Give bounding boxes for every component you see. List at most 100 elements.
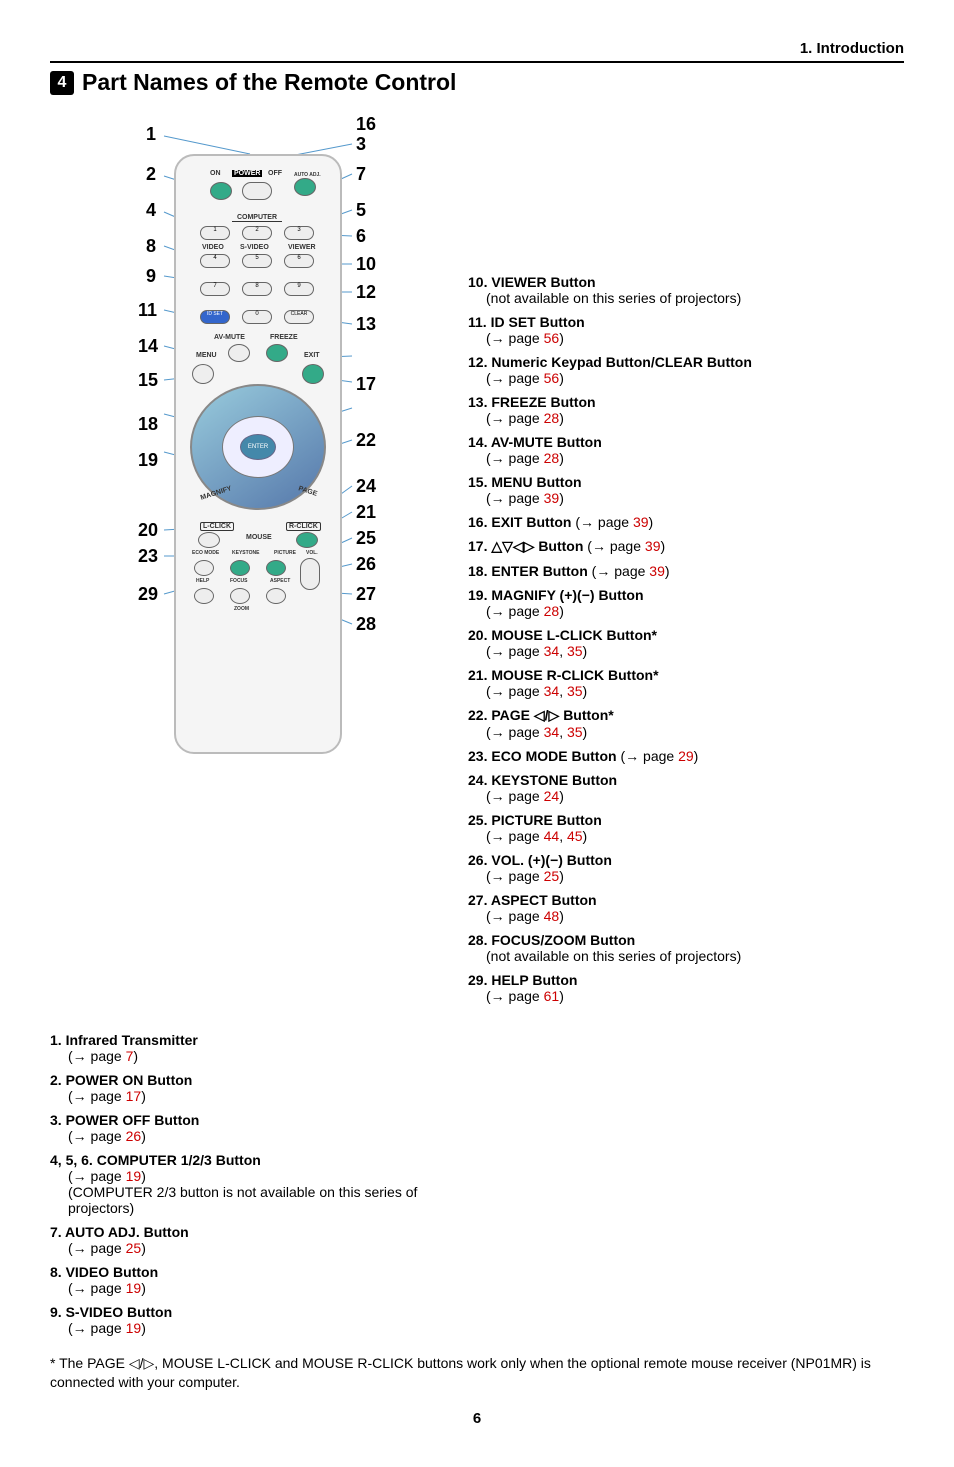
label-power: POWER <box>232 170 262 177</box>
enter-button: ENTER <box>240 434 276 460</box>
label-focus: FOCUS <box>230 578 248 584</box>
list-item: 1. Infrared Transmitter(→ page 7) <box>50 1032 469 1064</box>
list-item: 24. KEYSTONE Button(→ page 24) <box>468 772 904 804</box>
item-sub: (→ page 17) <box>68 1088 469 1104</box>
page-ref-link[interactable]: 19 <box>126 1280 142 1296</box>
page-ref-link[interactable]: 48 <box>544 908 560 924</box>
list-item: 18. ENTER Button (→ page 39) <box>468 563 904 579</box>
page-ref-link[interactable]: 56 <box>544 330 560 346</box>
page-ref-link[interactable]: 44 <box>544 828 560 844</box>
item-sub: (→ page 7) <box>68 1048 469 1064</box>
label-computer: COMPUTER <box>232 214 282 222</box>
page-ref-link[interactable]: 28 <box>544 603 560 619</box>
list-item: 11. ID SET Button(→ page 56) <box>468 314 904 346</box>
list-item: 27. ASPECT Button(→ page 48) <box>468 892 904 924</box>
item-sub: (→ page 34, 35) <box>486 643 904 659</box>
item-head: 10. VIEWER Button <box>468 274 904 290</box>
list-item: 19. MAGNIFY (+)(−) Button(→ page 28) <box>468 587 904 619</box>
item-head: 23. ECO MODE Button (→ page 29) <box>468 748 904 764</box>
page-ref-link[interactable]: 45 <box>567 828 583 844</box>
page-ref-link[interactable]: 19 <box>126 1168 142 1184</box>
item-head: 26. VOL. (+)(−) Button <box>468 852 904 868</box>
callout-2: 2 <box>146 164 156 185</box>
page-ref-link[interactable]: 17 <box>126 1088 142 1104</box>
right-column-bottom-spacer <box>485 1032 904 1344</box>
page-ref-link[interactable]: 28 <box>544 410 560 426</box>
list-item: 2. POWER ON Button(→ page 17) <box>50 1072 469 1104</box>
item-head: 3. POWER OFF Button <box>50 1112 469 1128</box>
page-ref-link[interactable]: 35 <box>567 683 583 699</box>
callout-7: 7 <box>356 164 366 185</box>
num-8: 8 <box>242 282 272 296</box>
item-head: 18. ENTER Button (→ page 39) <box>468 563 904 579</box>
page-ref-link[interactable]: 7 <box>126 1048 134 1064</box>
page-ref-link[interactable]: 24 <box>544 788 560 804</box>
clear-button: CLEAR <box>284 310 314 324</box>
item-head: 13. FREEZE Button <box>468 394 904 410</box>
item-head: 20. MOUSE L-CLICK Button* <box>468 627 904 643</box>
help-button <box>194 588 214 604</box>
page-ref-link[interactable]: 35 <box>567 643 583 659</box>
page-ref-link[interactable]: 56 <box>544 370 560 386</box>
item-head: 28. FOCUS/ZOOM Button <box>468 932 904 948</box>
page-ref-link[interactable]: 34 <box>544 724 560 740</box>
callout-27: 27 <box>356 584 376 605</box>
callout-14: 14 <box>138 336 158 357</box>
header-rule <box>50 61 904 63</box>
callout-1: 1 <box>146 124 156 145</box>
callout-26: 26 <box>356 554 376 575</box>
page-ref-link[interactable]: 29 <box>678 748 694 764</box>
page-ref-link[interactable]: 34 <box>544 683 560 699</box>
callout-28: 28 <box>356 614 376 635</box>
list-item: 21. MOUSE R-CLICK Button*(→ page 34, 35) <box>468 667 904 699</box>
page-ref-link[interactable]: 39 <box>544 490 560 506</box>
item-sub: (→ page 56) <box>486 370 904 386</box>
list-item: 22. PAGE ◁/▷ Button*(→ page 34, 35) <box>468 707 904 740</box>
freeze-button <box>266 344 288 362</box>
item-sub: (→ page 56) <box>486 330 904 346</box>
label-exit: EXIT <box>304 352 320 359</box>
callout-15: 15 <box>138 370 158 391</box>
label-off: OFF <box>268 170 282 177</box>
list-item: 20. MOUSE L-CLICK Button*(→ page 34, 35) <box>468 627 904 659</box>
lclick-button <box>198 532 220 548</box>
eco-button <box>194 560 214 576</box>
item-head: 14. AV-MUTE Button <box>468 434 904 450</box>
label-mouse: MOUSE <box>246 534 272 541</box>
page-ref-link[interactable]: 35 <box>567 724 583 740</box>
page-ref-link[interactable]: 39 <box>645 538 661 554</box>
page-ref-link[interactable]: 39 <box>633 514 649 530</box>
page-ref-link[interactable]: 34 <box>544 643 560 659</box>
list-item: 23. ECO MODE Button (→ page 29) <box>468 748 904 764</box>
page-ref-link[interactable]: 26 <box>126 1128 142 1144</box>
item-sub: (→ page 28) <box>486 450 904 466</box>
list-item: 16. EXIT Button (→ page 39) <box>468 514 904 530</box>
svideo-button: 5 <box>242 254 272 268</box>
page-ref-link[interactable]: 61 <box>544 988 560 1004</box>
page-ref-link[interactable]: 28 <box>544 450 560 466</box>
callout-20: 20 <box>138 520 158 541</box>
num-9: 9 <box>284 282 314 296</box>
item-head: 19. MAGNIFY (+)(−) Button <box>468 587 904 603</box>
label-help: HELP <box>196 578 209 584</box>
list-item: 13. FREEZE Button(→ page 28) <box>468 394 904 426</box>
item-sub: (→ page 19) <box>68 1168 469 1184</box>
section-title-text: Part Names of the Remote Control <box>82 69 456 96</box>
page-ref-link[interactable]: 39 <box>649 563 665 579</box>
item-head: 29. HELP Button <box>468 972 904 988</box>
label-eco: ECO MODE <box>192 550 219 556</box>
remote-diagram: ON POWER OFF AUTO ADJ. COMPUTER 1 2 3 VI… <box>50 114 468 1012</box>
list-item: 17. △▽◁▷ Button (→ page 39) <box>468 538 904 555</box>
item-head: 16. EXIT Button (→ page 39) <box>468 514 904 530</box>
viewer-button: 6 <box>284 254 314 268</box>
page-ref-link[interactable]: 25 <box>126 1240 142 1256</box>
callout-22: 22 <box>356 430 376 451</box>
label-lclick: L-CLICK <box>200 522 234 531</box>
page-ref-link[interactable]: 19 <box>126 1320 142 1336</box>
label-picture: PICTURE <box>274 550 296 556</box>
power-on-button <box>210 182 232 200</box>
callout-17: 17 <box>356 374 376 395</box>
item-head: 7. AUTO ADJ. Button <box>50 1224 469 1240</box>
page-ref-link[interactable]: 25 <box>544 868 560 884</box>
list-item: 4, 5, 6. COMPUTER 1/2/3 Button(→ page 19… <box>50 1152 469 1216</box>
